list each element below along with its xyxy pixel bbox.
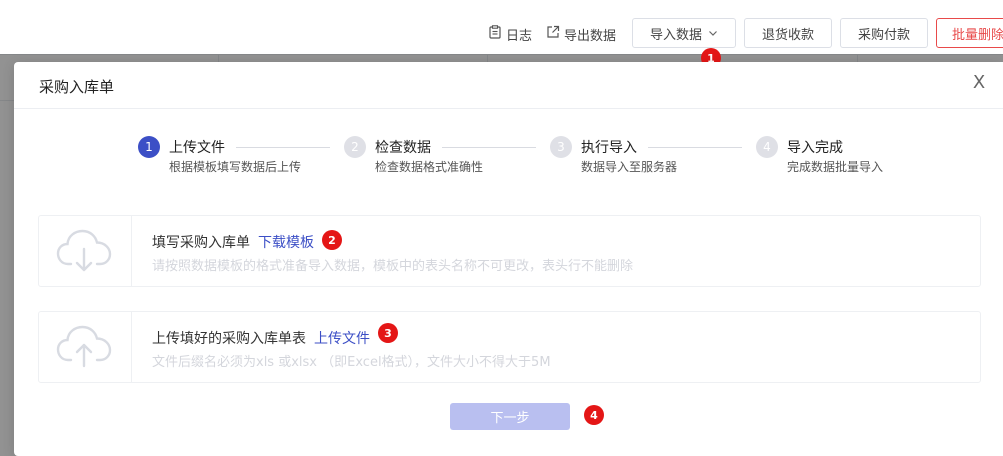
download-template-card: 填写采购入库单 下载模板 请按照数据模板的格式准备导入数据，模板中的表头名称不可更… <box>38 215 981 287</box>
upload-card-title-text: 上传填好的采购入库单表 <box>152 331 306 347</box>
modal-title: 采购入库单 <box>39 78 115 96</box>
cloud-upload-icon <box>39 312 132 382</box>
chevron-down-icon <box>708 26 718 41</box>
upload-file-card: 上传填好的采购入库单表 上传文件 文件后缀名必须为xls 或xlsx （即Exce… <box>38 311 981 383</box>
annotation-badge: 4 <box>584 405 604 425</box>
download-template-link[interactable]: 下载模板 <box>258 235 314 251</box>
import-label: 导入数据 <box>649 27 702 43</box>
step-desc: 根据模板填写数据后上传 <box>169 160 302 174</box>
step-label: 上传文件 <box>169 140 225 156</box>
import-modal: 采购入库单 X 1 上传文件 根据模板填写数据后上传 2 检查数据 检查数据格式… <box>14 62 1003 456</box>
purchase-payment-button[interactable]: 采购付款 <box>840 18 928 48</box>
batch-delete-label: 批量删除 <box>952 27 1003 43</box>
export-icon <box>546 25 560 43</box>
close-icon[interactable]: X <box>969 72 989 93</box>
step-label: 检查数据 <box>375 140 431 156</box>
return-receipt-button[interactable]: 退货收款 <box>744 18 832 48</box>
import-data-dropdown[interactable]: 导入数据 <box>632 18 736 48</box>
step-desc: 检查数据格式准确性 <box>375 160 484 174</box>
upload-card-title: 上传填好的采购入库单表 上传文件 <box>152 328 370 348</box>
modal-header-divider <box>14 108 1003 109</box>
step-connector <box>648 147 742 148</box>
download-card-title-text: 填写采购入库单 <box>152 235 250 251</box>
step-number: 4 <box>756 136 778 158</box>
export-label: 导出数据 <box>564 28 617 44</box>
document-icon <box>488 25 502 43</box>
step-desc: 数据导入至服务器 <box>581 160 678 174</box>
annotation-badge: 3 <box>378 323 398 343</box>
step-label: 执行导入 <box>581 140 637 156</box>
download-card-hint: 请按照数据模板的格式准备导入数据，模板中的表头名称不可更改，表头行不能删除 <box>152 259 634 274</box>
purchase-pay-label: 采购付款 <box>857 27 910 43</box>
upload-card-hint: 文件后缀名必须为xls 或xlsx （即Excel格式），文件大小不得大于5M <box>152 355 551 370</box>
step-label: 导入完成 <box>787 140 843 156</box>
batch-delete-button[interactable]: 批量删除 <box>936 18 1003 48</box>
export-button[interactable]: 导出数据 <box>546 22 616 46</box>
annotation-badge: 2 <box>322 230 342 250</box>
step-connector <box>442 147 536 148</box>
step-number: 1 <box>138 136 160 158</box>
return-label: 退货收款 <box>761 27 814 43</box>
step-desc: 完成数据批量导入 <box>787 160 884 174</box>
log-label: 日志 <box>506 28 533 44</box>
upload-file-link[interactable]: 上传文件 <box>314 331 370 347</box>
download-card-title: 填写采购入库单 下载模板 <box>152 232 314 252</box>
step-connector <box>236 147 330 148</box>
cloud-download-icon <box>39 216 132 286</box>
step-number: 3 <box>550 136 572 158</box>
step-number: 2 <box>344 136 366 158</box>
next-step-button[interactable]: 下一步 <box>450 403 570 430</box>
log-button[interactable]: 日志 <box>488 22 532 46</box>
